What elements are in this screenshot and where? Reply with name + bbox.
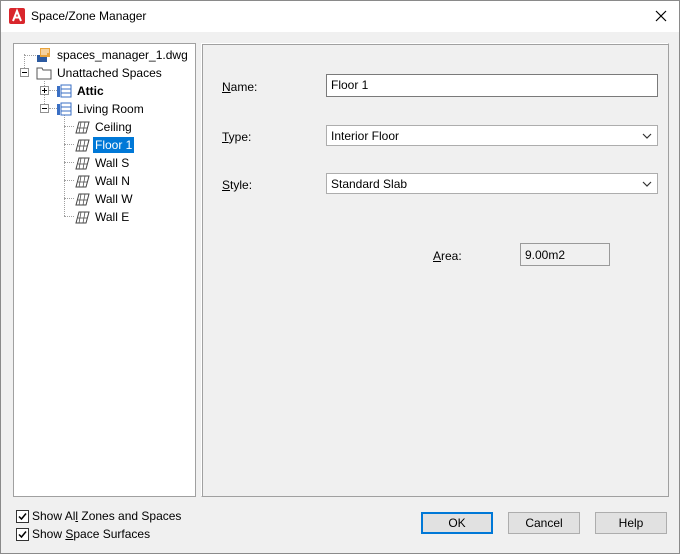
tree-item-label: Wall E (95, 209, 130, 224)
folder-icon (36, 67, 52, 79)
help-button[interactable]: Help (595, 512, 667, 534)
properties-panel: Name: Floor 1 Type: Interior Floor Style… (201, 43, 669, 497)
expand-toggle[interactable] (40, 86, 49, 95)
surface-icon (75, 139, 90, 151)
cancel-button[interactable]: Cancel (508, 512, 580, 534)
type-select[interactable]: Interior Floor (326, 125, 658, 146)
tree-item-drawing[interactable]: spaces_manager_1.dwg (36, 46, 190, 63)
space-icon (57, 84, 72, 97)
chevron-down-icon (642, 181, 652, 187)
name-value: Floor 1 (331, 78, 369, 92)
ok-button[interactable]: OK (421, 512, 493, 534)
drawing-file-icon (37, 47, 50, 62)
window-title: Space/Zone Manager (31, 9, 147, 23)
minus-icon (22, 72, 27, 73)
tree-item-label: spaces_manager_1.dwg (57, 47, 188, 62)
tree-item-living-room[interactable]: Living Room (56, 100, 146, 117)
tree-item-label: Wall N (95, 173, 130, 188)
title-bar: Space/Zone Manager (1, 1, 679, 32)
tree-item-label: Attic (77, 83, 104, 98)
minus-icon (42, 108, 47, 109)
area-value: 9.00m2 (525, 248, 566, 262)
style-select[interactable]: Standard Slab (326, 173, 658, 194)
tree-item-unattached-spaces[interactable]: Unattached Spaces (36, 64, 164, 81)
checkbox-box[interactable] (16, 509, 29, 523)
tree-item-surface[interactable]: Wall N (74, 172, 132, 189)
style-label: Style: (222, 178, 253, 192)
space-tree[interactable]: spaces_manager_1.dwg Unattached Spaces A… (13, 43, 196, 497)
dialog-window: Space/Zone Manager spaces_manager_1.dwg … (0, 0, 680, 554)
show-space-surfaces-label: Show Space Surfaces (32, 527, 151, 541)
surface-icon (75, 175, 90, 187)
show-all-zones-checkbox[interactable]: Show All Zones and Spaces (16, 509, 181, 523)
checkmark-icon (18, 530, 27, 538)
tree-item-attic[interactable]: Attic (56, 82, 106, 99)
checkmark-icon (18, 512, 27, 520)
surface-icon (75, 211, 90, 223)
tree-item-label: Unattached Spaces (57, 65, 162, 80)
type-value: Interior Floor (331, 129, 400, 143)
chevron-down-icon (642, 133, 652, 139)
tree-item-label: Living Room (77, 101, 144, 116)
area-readout: 9.00m2 (520, 243, 610, 266)
collapse-toggle[interactable] (20, 68, 29, 77)
name-label: Name: (222, 80, 258, 94)
tree-item-surface[interactable]: Wall W (74, 190, 135, 207)
type-label: Type: (222, 130, 252, 144)
collapse-toggle[interactable] (40, 104, 49, 113)
checkbox-box[interactable] (16, 527, 29, 541)
surface-icon (75, 157, 90, 169)
show-all-zones-label: Show All Zones and Spaces (32, 509, 182, 523)
tree-item-label: Ceiling (95, 119, 132, 134)
tree-item-surface-selected[interactable]: Floor 1 (74, 136, 135, 153)
surface-icon (75, 193, 90, 205)
tree-item-surface[interactable]: Wall E (74, 208, 131, 225)
tree-item-label: Floor 1 (93, 136, 135, 153)
show-space-surfaces-checkbox[interactable]: Show Space Surfaces (16, 527, 150, 541)
name-input[interactable]: Floor 1 (326, 74, 658, 97)
close-icon (655, 10, 667, 22)
area-label: Area: (433, 249, 462, 263)
tree-item-label: Wall W (95, 191, 133, 206)
close-button[interactable] (649, 5, 673, 27)
style-value: Standard Slab (331, 177, 408, 191)
surface-icon (75, 121, 90, 133)
tree-item-label: Wall S (95, 155, 130, 170)
tree-item-surface[interactable]: Wall S (74, 154, 131, 171)
tree-item-surface[interactable]: Ceiling (74, 118, 134, 135)
plus-icon (42, 88, 47, 93)
autocad-logo-icon (9, 8, 25, 24)
space-icon (57, 102, 72, 115)
